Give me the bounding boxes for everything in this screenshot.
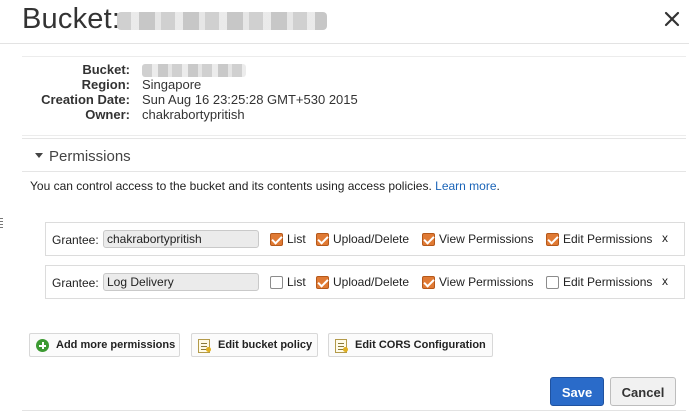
permissions-description: You can control access to the bucket and… — [30, 179, 500, 193]
property-value: Singapore — [142, 77, 202, 92]
permissions-description-text: You can control access to the bucket and… — [30, 179, 432, 193]
checkbox-unchecked-icon[interactable] — [546, 276, 559, 289]
property-key: Creation Date: — [41, 92, 130, 107]
edit-document-icon — [335, 339, 348, 353]
property-key: Owner: — [85, 107, 130, 122]
divider — [22, 410, 686, 411]
edit-bucket-policy-button[interactable]: Edit bucket policy — [191, 333, 318, 357]
checkbox-label: Upload/Delete — [333, 275, 410, 289]
learn-more-link[interactable]: Learn more — [435, 179, 496, 193]
dialog-title: Bucket: — [22, 3, 121, 35]
property-value: Sun Aug 16 23:25:28 GMT+530 2015 — [142, 92, 358, 107]
checkbox-label: View Permissions — [439, 232, 534, 246]
edit-document-icon — [198, 339, 211, 353]
caret-down-icon[interactable] — [35, 153, 43, 158]
cancel-button[interactable]: Cancel — [610, 377, 676, 406]
checkbox-checked-icon[interactable] — [546, 233, 559, 246]
remove-grant-button[interactable]: x — [662, 231, 668, 245]
redacted-bucket-name — [117, 12, 327, 30]
button-label: Edit bucket policy — [218, 339, 313, 351]
property-value — [142, 62, 246, 78]
grantee-label: Grantee: — [52, 233, 99, 247]
permissions-title: Permissions — [49, 148, 131, 165]
add-circle-icon — [36, 339, 49, 352]
checkbox-label: List — [287, 275, 306, 289]
button-label: Add more permissions — [56, 339, 176, 351]
checkbox-unchecked-icon[interactable] — [270, 276, 283, 289]
checkbox-checked-icon[interactable] — [316, 233, 329, 246]
edit-cors-configuration-button[interactable]: Edit CORS Configuration — [328, 333, 493, 357]
remove-grant-button[interactable]: x — [662, 274, 668, 288]
permissions-section-header[interactable]: Permissions — [22, 138, 686, 172]
checkbox-label: List — [287, 232, 306, 246]
save-label: Save — [561, 385, 593, 400]
property-value: chakrabortypritish — [142, 107, 245, 122]
grant-row: Grantee: List Upload/Delete View Permiss… — [45, 222, 685, 256]
grantee-input[interactable] — [103, 273, 259, 291]
checkbox-checked-icon[interactable] — [422, 276, 435, 289]
add-more-permissions-button[interactable]: Add more permissions — [29, 333, 180, 357]
dialog-header: Bucket: — [0, 0, 689, 44]
grantee-input[interactable] — [103, 230, 259, 248]
drag-handle-icon[interactable] — [0, 218, 3, 230]
property-key: Region: — [81, 77, 130, 92]
checkbox-checked-icon[interactable] — [316, 276, 329, 289]
cancel-label: Cancel — [621, 385, 665, 400]
checkbox-label: View Permissions — [439, 275, 534, 289]
checkbox-label: Upload/Delete — [333, 232, 410, 246]
checkbox-label: Edit Permissions — [563, 232, 653, 246]
property-key: Bucket: — [82, 62, 130, 77]
checkbox-label: Edit Permissions — [563, 275, 653, 289]
button-label: Edit CORS Configuration — [355, 339, 486, 351]
description-period: . — [496, 179, 500, 193]
redacted-bucket-value — [142, 64, 246, 78]
close-icon[interactable] — [662, 9, 682, 29]
save-button[interactable]: Save — [550, 377, 604, 406]
checkbox-checked-icon[interactable] — [422, 233, 435, 246]
bucket-properties: Bucket: Region: Singapore Creation Date:… — [22, 56, 686, 136]
checkbox-checked-icon[interactable] — [270, 233, 283, 246]
grantee-label: Grantee: — [52, 276, 99, 290]
grant-row: Grantee: List Upload/Delete View Permiss… — [45, 265, 685, 299]
